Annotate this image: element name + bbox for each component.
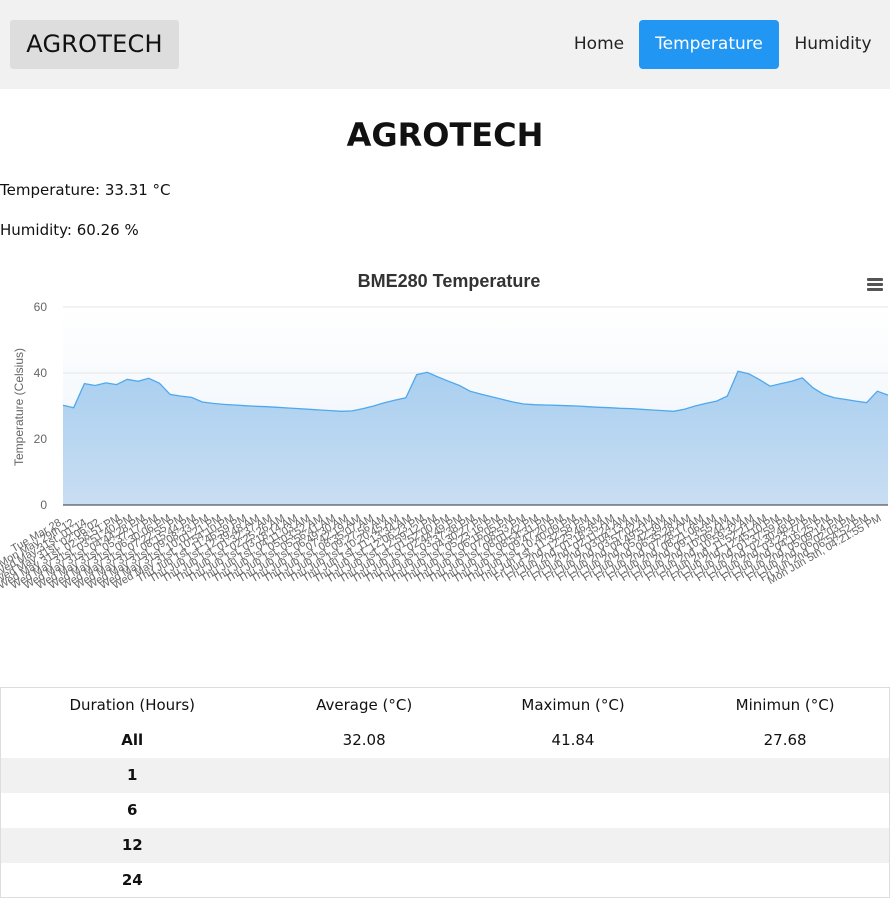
header-duration: Duration (Hours): [69, 696, 196, 715]
cell-maximum: 41.84: [551, 731, 595, 749]
cell-minimum: [681, 863, 889, 898]
cell-average: [264, 828, 465, 863]
y-tick-label: 0: [40, 498, 47, 512]
cell-average: [264, 793, 465, 828]
header-average: Average (°C): [316, 696, 413, 715]
y-axis-label: Temperature (Celsius): [12, 348, 26, 466]
y-tick-label: 60: [34, 300, 48, 314]
temperature-reading: Temperature: 33.31 °C: [0, 181, 171, 199]
table-header-row: Duration (Hours) Average (°C) Maximun (°…: [1, 688, 890, 723]
cell-duration: 24: [121, 870, 143, 889]
chart-svg: 0 20 40 60 BME280 Temperature Temperature (…: [0, 271, 889, 592]
nav-link-home[interactable]: Home: [560, 20, 638, 69]
y-tick-label: 40: [34, 366, 48, 380]
brand-logo[interactable]: AGROTECH: [10, 20, 179, 69]
cell-duration: 12: [121, 836, 143, 854]
header-minimum: Minimun (°C): [735, 696, 835, 715]
stats-table: Duration (Hours) Average (°C) Maximun (°…: [0, 687, 890, 898]
y-tick-label: 20: [34, 432, 48, 446]
cell-duration: 6: [127, 801, 138, 819]
cell-average: [264, 863, 465, 898]
cell-duration: 1: [127, 766, 138, 784]
cell-maximum: [465, 758, 681, 793]
navbar: AGROTECH Home Temperature Humidity: [0, 0, 890, 89]
cell-maximum: [465, 828, 681, 863]
table-row: 6: [1, 793, 890, 828]
table-row: 12: [0, 827, 890, 863]
cell-minimum: [681, 828, 889, 863]
cell-duration: All: [121, 731, 144, 749]
temperature-chart: 0 20 40 60 BME280 Temperature Temperature (…: [0, 262, 890, 672]
nav-link-humidity[interactable]: Humidity: [782, 20, 884, 69]
header-maximum: Maximun (°C): [521, 696, 625, 715]
table-row: All 32.08 41.84 27.68: [1, 723, 890, 758]
cell-maximum: [465, 863, 681, 898]
page-title: AGROTECH: [346, 116, 544, 154]
cell-maximum: [465, 793, 681, 828]
cell-minimum: [681, 758, 889, 793]
cell-average: 32.08: [342, 731, 386, 749]
table-row: 24: [1, 863, 890, 898]
nav-link-temperature[interactable]: Temperature: [639, 20, 779, 69]
table-row: 1: [0, 757, 890, 793]
cell-minimum: 27.68: [763, 731, 807, 749]
humidity-reading: Humidity: 60.26 %: [0, 221, 139, 239]
chart-title: BME280 Temperature: [358, 271, 541, 291]
cell-minimum: [681, 793, 889, 828]
hamburger-menu-icon[interactable]: [867, 278, 883, 292]
cell-average: [264, 758, 465, 793]
